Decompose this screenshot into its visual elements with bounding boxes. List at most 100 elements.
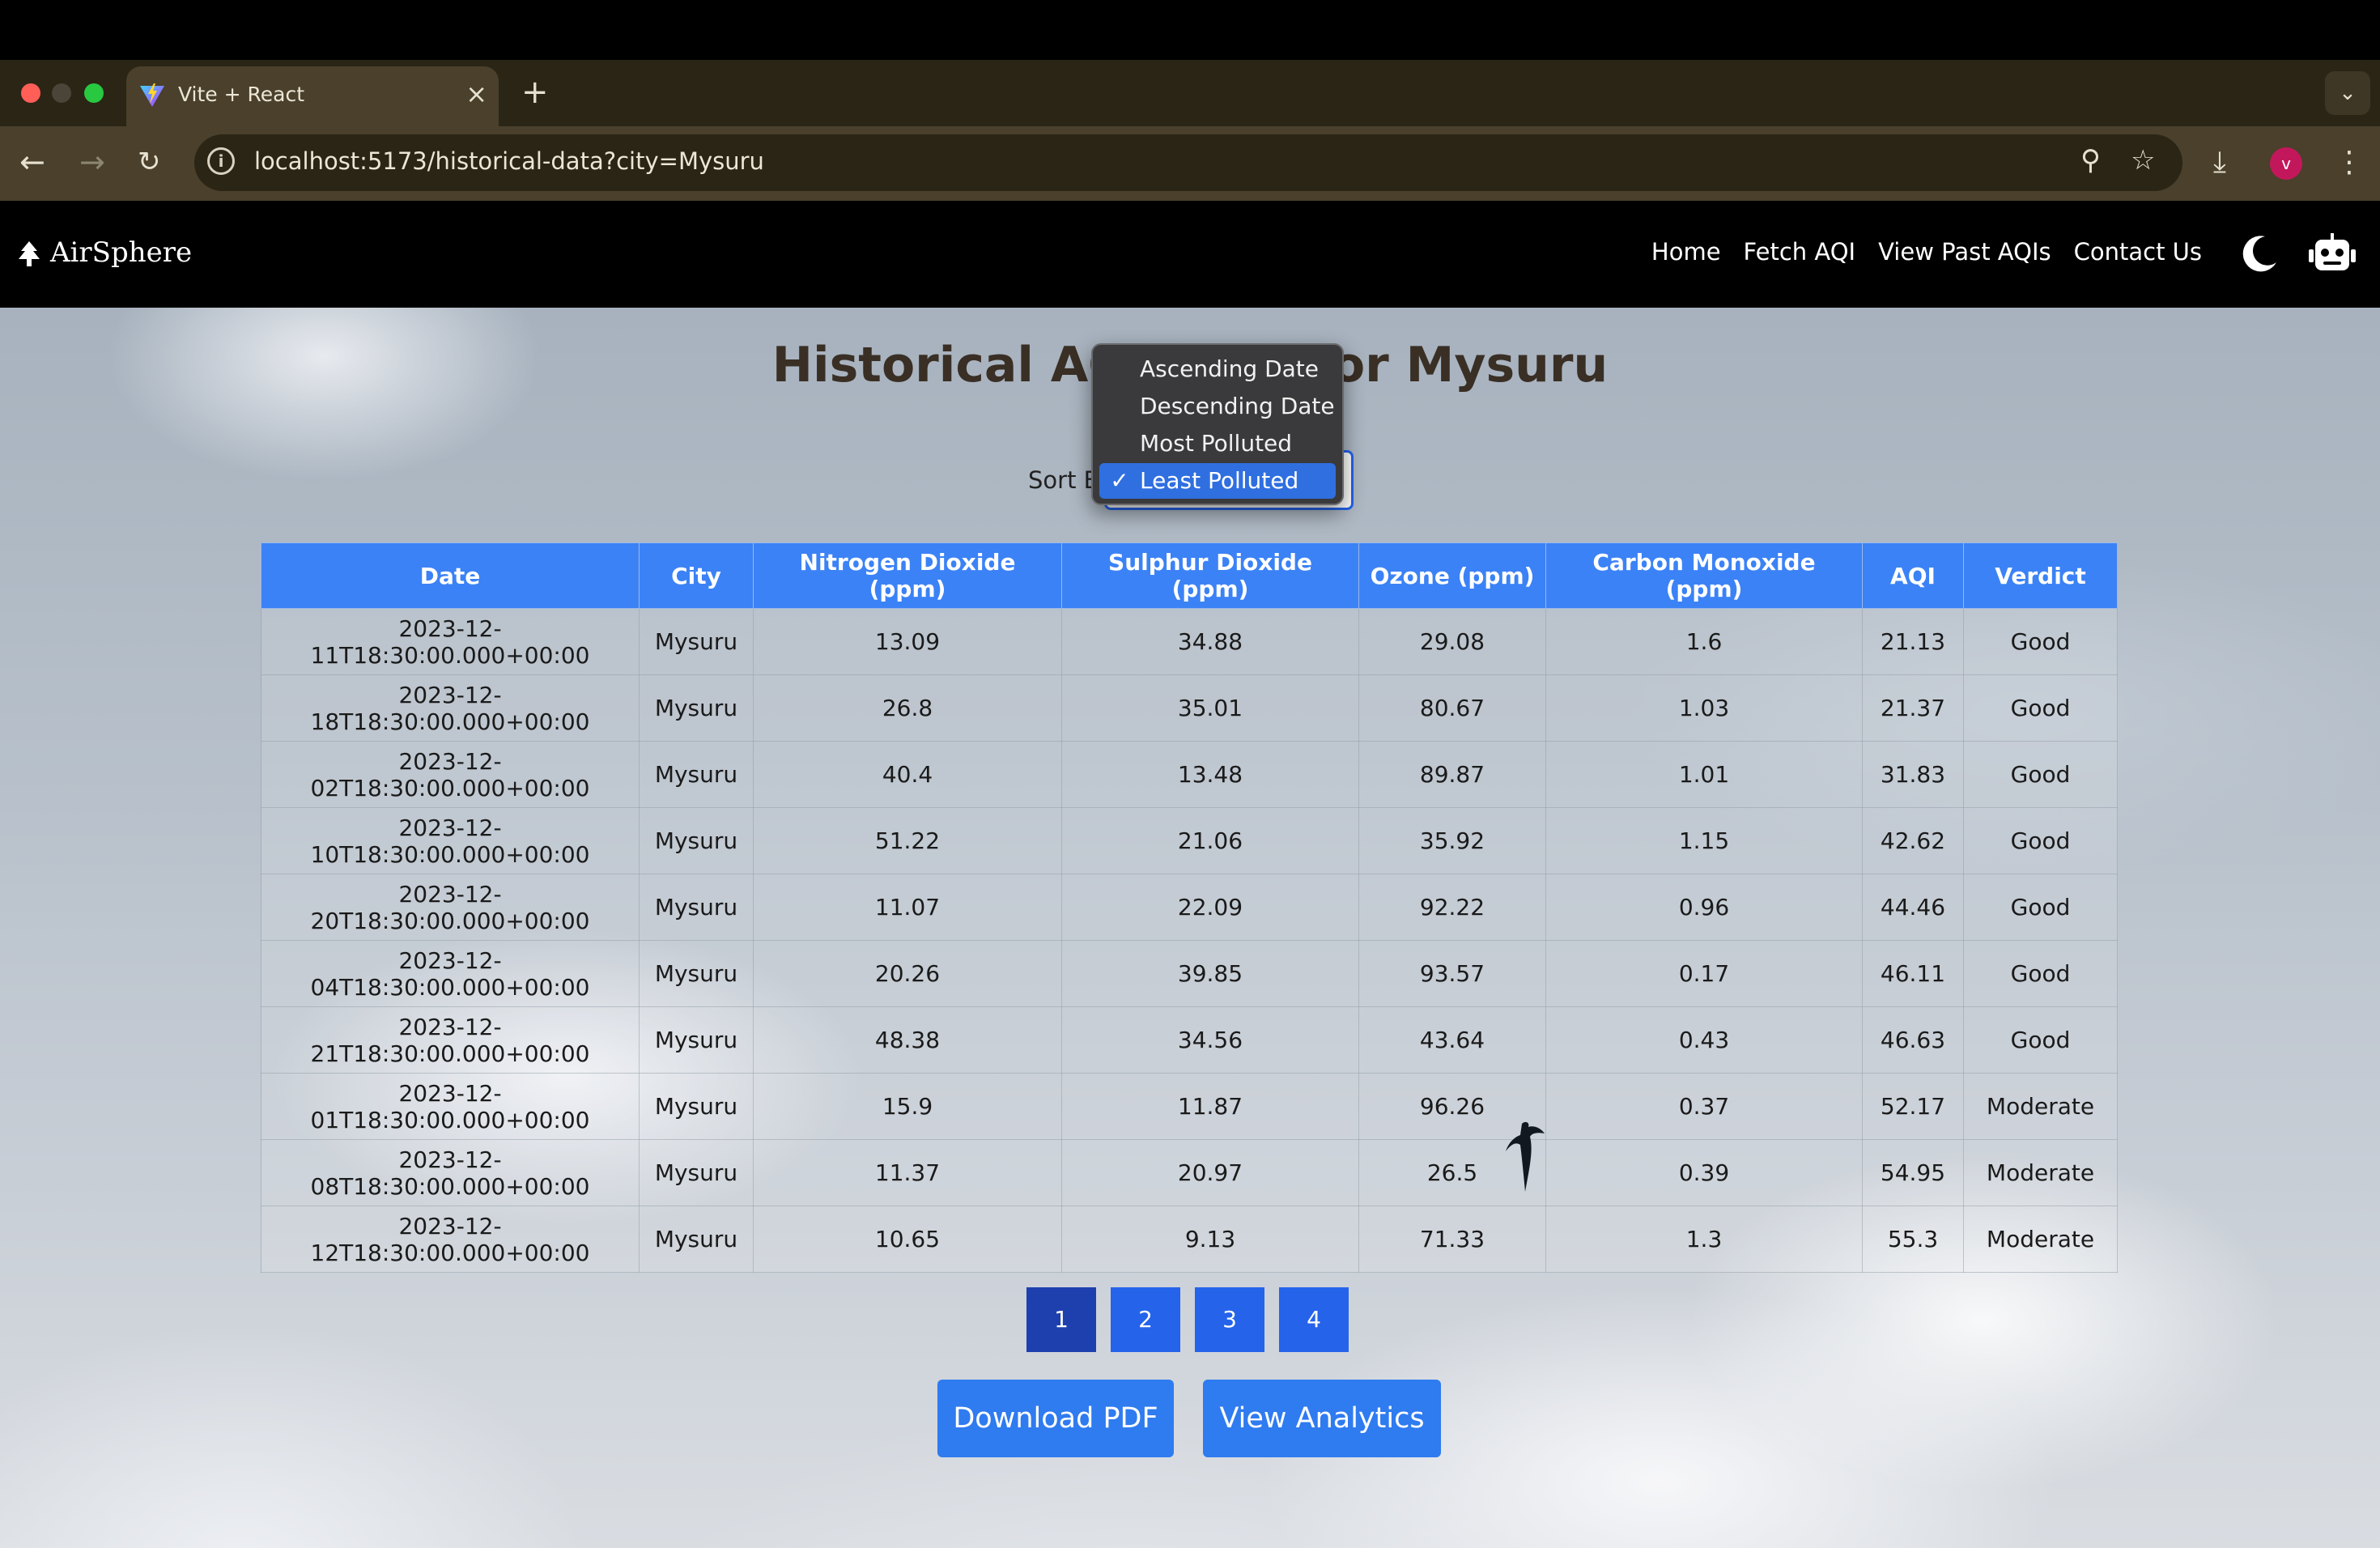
download-icon[interactable]: ⤓ [2213, 146, 2226, 180]
site-info-icon[interactable]: i [207, 147, 235, 175]
brand-logo[interactable]: AirSphere [16, 236, 192, 269]
cell-so2: 11.87 [1061, 1073, 1359, 1140]
cell-ozone: 29.08 [1358, 608, 1546, 675]
back-arrow-icon[interactable]: ← [19, 142, 45, 181]
sort-option-ascending-date[interactable]: Ascending Date [1099, 351, 1336, 387]
nav-contact-us[interactable]: Contact Us [2074, 238, 2202, 266]
new-tab-button[interactable]: + [521, 74, 549, 110]
cell-co: 0.39 [1545, 1139, 1863, 1206]
cell-co: 0.17 [1545, 940, 1863, 1007]
cell-verdict: Good [1963, 1006, 2118, 1074]
col-co: Carbon Monoxide (ppm) [1545, 542, 1863, 609]
col-date: Date [261, 542, 640, 609]
cell-ozone: 93.57 [1358, 940, 1546, 1007]
cell-aqi: 31.83 [1862, 741, 1964, 808]
table-row: 2023-12-01T18:30:00.000+00:00 Mysuru 15.9 1… [261, 1073, 2118, 1140]
sort-option-least-polluted[interactable]: ✓ Least Polluted [1099, 463, 1336, 499]
zoom-icon[interactable]: ⚲ [2080, 144, 2101, 176]
page-button-4[interactable]: 4 [1279, 1287, 1349, 1352]
cell-ozone: 35.92 [1358, 807, 1546, 874]
cell-date: 2023-12-21T18:30:00.000+00:00 [261, 1006, 640, 1074]
cell-verdict: Good [1963, 940, 2118, 1007]
cell-city: Mysuru [639, 674, 754, 742]
cell-date: 2023-12-11T18:30:00.000+00:00 [261, 608, 640, 675]
table-header-row: Date City Nitrogen Dioxide (ppm) Sulphur… [261, 542, 2118, 609]
cell-ozone: 71.33 [1358, 1206, 1546, 1273]
cell-aqi: 46.63 [1862, 1006, 1964, 1074]
table-row: 2023-12-21T18:30:00.000+00:00 Mysuru 48.38… [261, 1006, 2118, 1074]
cell-date: 2023-12-10T18:30:00.000+00:00 [261, 807, 640, 874]
cell-so2: 34.88 [1061, 608, 1359, 675]
cell-co: 1.15 [1545, 807, 1863, 874]
download-pdf-button[interactable]: Download PDF [937, 1380, 1174, 1457]
sort-dropdown-menu: Ascending Date Descending Date Most Poll… [1091, 343, 1344, 505]
table-row: 2023-12-20T18:30:00.000+00:00 Mysuru 11.07… [261, 874, 2118, 941]
cell-no2: 11.37 [753, 1139, 1062, 1206]
address-bar[interactable]: i localhost:5173/historical-data?city=My… [194, 134, 2182, 191]
cell-aqi: 52.17 [1862, 1073, 1964, 1140]
os-menubar [0, 0, 2380, 60]
table-body: 2023-12-11T18:30:00.000+00:00 Mysuru 13.09… [261, 608, 2118, 1273]
cell-no2: 10.65 [753, 1206, 1062, 1273]
star-icon[interactable]: ☆ [2131, 144, 2155, 176]
cell-so2: 22.09 [1061, 874, 1359, 941]
close-tab-icon[interactable]: × [465, 78, 487, 110]
pagination: 1 2 3 4 [1026, 1287, 1349, 1352]
profile-avatar[interactable]: v [2270, 147, 2302, 180]
cell-date: 2023-12-02T18:30:00.000+00:00 [261, 741, 640, 808]
cell-city: Mysuru [639, 1206, 754, 1273]
checkmark-icon: ✓ [1110, 467, 1129, 494]
page-button-1[interactable]: 1 [1026, 1287, 1096, 1352]
tab-search-button[interactable]: ⌄ [2325, 71, 2370, 115]
cell-date: 2023-12-18T18:30:00.000+00:00 [261, 674, 640, 742]
page-button-2[interactable]: 2 [1111, 1287, 1180, 1352]
cell-verdict: Moderate [1963, 1073, 2118, 1140]
page-button-3[interactable]: 3 [1195, 1287, 1264, 1352]
brand-name: AirSphere [50, 236, 193, 269]
kebab-menu-icon[interactable]: ⋮ [2335, 146, 2364, 179]
col-city: City [639, 542, 754, 609]
cell-date: 2023-12-20T18:30:00.000+00:00 [261, 874, 640, 941]
forward-arrow-icon[interactable]: → [79, 142, 105, 181]
sort-option-most-polluted[interactable]: Most Polluted [1099, 426, 1336, 461]
view-analytics-button[interactable]: View Analytics [1203, 1380, 1441, 1457]
cell-city: Mysuru [639, 1139, 754, 1206]
cell-verdict: Good [1963, 608, 2118, 675]
cell-aqi: 44.46 [1862, 874, 1964, 941]
browser-tab-active[interactable]: Vite + React × [126, 66, 499, 126]
cell-verdict: Good [1963, 674, 2118, 742]
cell-no2: 11.07 [753, 874, 1062, 941]
cell-city: Mysuru [639, 807, 754, 874]
moon-icon[interactable] [2238, 232, 2281, 275]
cell-aqi: 54.95 [1862, 1139, 1964, 1206]
robot-icon[interactable] [2309, 233, 2356, 275]
sort-option-descending-date[interactable]: Descending Date [1099, 389, 1336, 424]
cell-aqi: 21.13 [1862, 608, 1964, 675]
minimize-window-button[interactable] [52, 83, 71, 103]
cell-ozone: 43.64 [1358, 1006, 1546, 1074]
cell-co: 0.96 [1545, 874, 1863, 941]
cell-ozone: 80.67 [1358, 674, 1546, 742]
maximize-window-button[interactable] [84, 83, 104, 103]
cell-no2: 26.8 [753, 674, 1062, 742]
cell-verdict: Good [1963, 874, 2118, 941]
cell-co: 0.37 [1545, 1073, 1863, 1140]
col-verdict: Verdict [1963, 542, 2118, 609]
url-text[interactable]: localhost:5173/historical-data?city=Mysu… [254, 147, 764, 175]
close-window-button[interactable] [21, 83, 40, 103]
cell-city: Mysuru [639, 1073, 754, 1140]
table-row: 2023-12-12T18:30:00.000+00:00 Mysuru 10.65… [261, 1206, 2118, 1273]
col-aqi: AQI [1862, 542, 1964, 609]
nav-home[interactable]: Home [1651, 238, 1721, 266]
nav-view-past-aqis[interactable]: View Past AQIs [1878, 238, 2051, 266]
cell-verdict: Moderate [1963, 1206, 2118, 1273]
reload-icon[interactable]: ↻ [138, 142, 161, 181]
cell-no2: 48.38 [753, 1006, 1062, 1074]
app-navbar: AirSphere Home Fetch AQI View Past AQIs … [0, 201, 2380, 308]
sort-option-label: Least Polluted [1140, 467, 1299, 494]
aqi-history-table: Date City Nitrogen Dioxide (ppm) Sulphur… [261, 542, 2118, 1273]
bird-silhouette [1506, 1121, 1545, 1192]
nav-fetch-aqi[interactable]: Fetch AQI [1744, 238, 1856, 266]
cell-aqi: 42.62 [1862, 807, 1964, 874]
tree-icon [19, 241, 40, 266]
